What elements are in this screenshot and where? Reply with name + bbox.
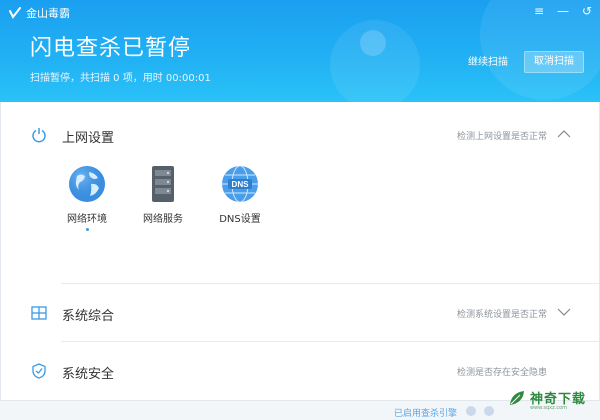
engine-status-text[interactable]: 已启用查杀引擎 (394, 406, 457, 419)
tool-label: DNS设置 (219, 214, 261, 225)
chevron-up-icon[interactable] (557, 129, 571, 139)
tool-label: 网络环境 (67, 214, 107, 225)
section-header-system[interactable]: 系统综合 检测系统设置是否正常 (1, 298, 599, 328)
app-logo: 金山毒霸 (8, 5, 70, 21)
window-controls: ≡ — ↺ (532, 4, 594, 18)
section-divider (61, 283, 599, 284)
scan-status-text: 扫描暂停，共扫描 0 项，用时 00:00:01 (30, 73, 211, 84)
header-banner: 金山毒霸 ≡ — ↺ 闪电查杀已暂停 扫描暂停，共扫描 0 项，用时 00:00… (0, 0, 600, 102)
section-title: 系统综合 (62, 309, 115, 324)
chevron-down-icon[interactable] (557, 307, 571, 317)
section-header-network[interactable]: 上网设置 检测上网设置是否正常 (1, 120, 599, 150)
windows-icon (31, 306, 47, 320)
section-status: 检测是否存在安全隐患 (456, 368, 547, 378)
power-icon (32, 128, 46, 143)
section-title: 上网设置 (62, 131, 115, 146)
page-title: 闪电查杀已暂停 (30, 36, 192, 61)
decor-bubble (360, 30, 386, 56)
continue-scan-button[interactable]: 继续扫描 (460, 53, 516, 73)
globe-icon (69, 166, 105, 202)
duba-logo-icon (9, 7, 21, 19)
engine-icon[interactable] (484, 406, 494, 416)
cancel-scan-button[interactable]: 取消扫描 (524, 51, 584, 73)
shield-icon (32, 363, 46, 379)
leaf-icon (510, 390, 524, 405)
watermark-logo: 神奇下载 www.sqxz.com (508, 388, 586, 411)
tool-dns-settings[interactable]: DNS DNS设置 (210, 164, 270, 225)
app-logo-text: 金山毒霸 (26, 7, 70, 20)
section-status: 检测系统设置是否正常 (456, 310, 547, 320)
cloud-icon[interactable] (466, 406, 476, 416)
tool-network-service[interactable]: 网络服务 (133, 164, 193, 225)
scan-content-panel: 上网设置 检测上网设置是否正常 网络环境 网络服务 DNS DNS设置 系统综合… (0, 102, 600, 420)
tool-label: 网络服务 (143, 214, 183, 225)
section-divider (61, 341, 599, 342)
menu-icon[interactable]: ≡ (532, 4, 546, 18)
watermark-url: www.sqxz.com (530, 405, 568, 411)
server-icon (152, 166, 174, 202)
active-dot (85, 228, 89, 231)
back-icon[interactable]: ↺ (580, 4, 594, 18)
dns-globe-icon: DNS (222, 165, 258, 203)
tool-network-environment[interactable]: 网络环境 (57, 164, 117, 231)
footer-icons (466, 406, 494, 416)
svg-text:DNS: DNS (232, 180, 250, 189)
minimize-icon[interactable]: — (556, 4, 570, 18)
section-title: 系统安全 (62, 367, 115, 382)
section-status: 检测上网设置是否正常 (456, 132, 547, 142)
section-header-security[interactable]: 系统安全 检测是否存在安全隐患 (1, 356, 599, 386)
